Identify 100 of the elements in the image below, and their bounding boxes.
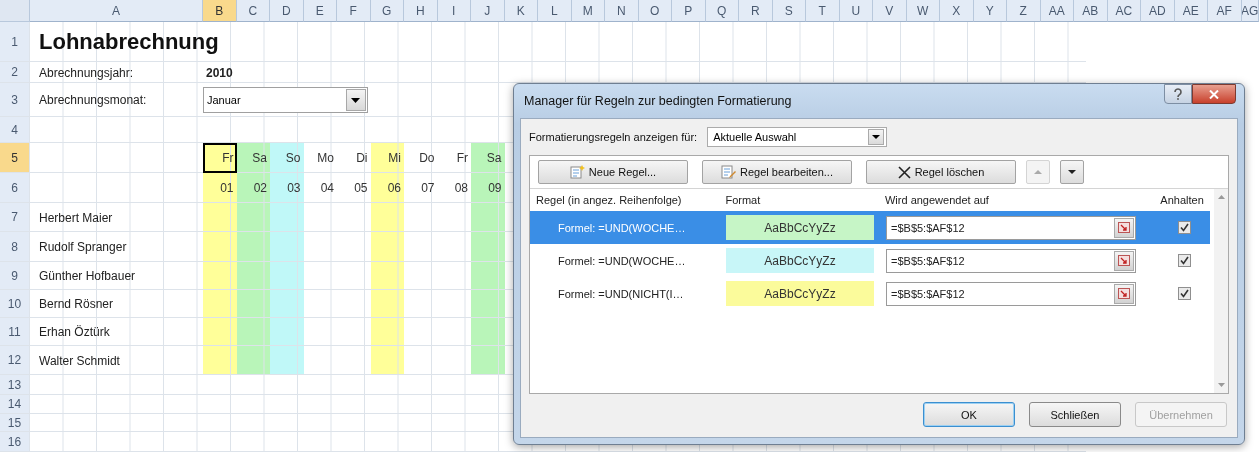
dialog-button[interactable]: Schließen [1029, 402, 1121, 427]
row-header[interactable]: 3 [0, 83, 30, 117]
stop-checkbox[interactable] [1178, 221, 1191, 234]
column-header[interactable]: W [906, 0, 940, 22]
employee-name: Erhan Öztürk [38, 324, 111, 341]
row-header[interactable]: 15 [0, 414, 30, 432]
stop-checkbox[interactable] [1178, 287, 1191, 300]
column-header[interactable]: R [739, 0, 773, 22]
column-header[interactable]: S [772, 0, 806, 22]
row-header[interactable]: 4 [0, 117, 30, 143]
range-field[interactable]: =$B$5:$AF$12 [886, 281, 1136, 306]
row-header[interactable]: 16 [0, 432, 30, 452]
column-header[interactable]: M [571, 0, 605, 22]
column-header[interactable]: AD [1141, 0, 1175, 22]
column-header[interactable]: H [404, 0, 438, 22]
sheet-title: Lohnabrechnung [38, 28, 220, 56]
date-cell-text: 01 [219, 180, 235, 197]
date-cell-text: 07 [420, 180, 436, 197]
employee-name: Bernd Rösner [38, 296, 115, 313]
column-header[interactable]: AA [1040, 0, 1074, 22]
scope-dropdown[interactable]: Aktuelle Auswahl [707, 127, 888, 147]
column-header[interactable]: X [940, 0, 974, 22]
dialog-button[interactable]: OK [923, 402, 1015, 427]
employee-name: Walter Schmidt [38, 352, 121, 370]
rule-row[interactable]: Formel: =UND(NICHT(I… AaBbCcYyZz =$B$5:$AF$12 [530, 277, 1210, 310]
help-icon[interactable] [1164, 84, 1192, 104]
column-header[interactable]: C [236, 0, 270, 22]
column-header[interactable]: AC [1107, 0, 1141, 22]
range-field[interactable]: =$B$5:$AF$12 [886, 215, 1136, 240]
range-picker-icon[interactable] [1114, 217, 1134, 238]
row-header[interactable]: 12 [0, 346, 30, 375]
row-header[interactable]: 7 [0, 203, 30, 232]
day-cell: Fr [203, 143, 237, 173]
row-header[interactable]: 2 [0, 62, 30, 83]
column-header[interactable]: L [538, 0, 572, 22]
column-header[interactable]: A [30, 0, 203, 22]
column-header[interactable]: Y [973, 0, 1007, 22]
column-header[interactable]: T [806, 0, 840, 22]
date-cell-text: 03 [286, 180, 302, 197]
edit-rule-button[interactable]: Regel bearbeiten... [702, 160, 852, 184]
employee-name: Herbert Maier [38, 209, 114, 227]
row-header[interactable]: 13 [0, 375, 30, 395]
row-header[interactable]: 9 [0, 262, 30, 290]
rule-row[interactable]: Formel: =UND(WOCHE… AaBbCcYyZz =$B$5:$AF$12 [530, 244, 1210, 277]
range-picker-icon[interactable] [1114, 250, 1134, 271]
employee-name: Rudolf Spranger [38, 239, 128, 256]
column-header[interactable]: O [638, 0, 672, 22]
day-cell-text: Do [418, 150, 436, 167]
format-preview: AaBbCcYyZz [726, 248, 874, 273]
column-header[interactable]: E [303, 0, 337, 22]
scrollbar[interactable] [1214, 189, 1228, 393]
range-picker-icon[interactable] [1114, 283, 1134, 304]
column-header[interactable]: D [270, 0, 304, 22]
month-label: Abrechnungsmonat: [38, 92, 148, 109]
column-header[interactable]: I [437, 0, 471, 22]
row-header[interactable]: 1 [0, 22, 30, 62]
column-header[interactable]: AE [1174, 0, 1208, 22]
scroll-down-icon[interactable] [1217, 383, 1225, 387]
day-cell-text: Mi [387, 150, 402, 167]
delete-rule-button[interactable]: Regel löschen [866, 160, 1016, 184]
column-header[interactable]: Z [1007, 0, 1041, 22]
date-cell-text: 09 [487, 180, 503, 197]
format-preview: AaBbCcYyZz [726, 215, 874, 240]
column-header[interactable]: AB [1074, 0, 1108, 22]
column-header[interactable]: G [370, 0, 404, 22]
date-cell-text: 08 [453, 180, 469, 197]
column-heading: Format [725, 194, 762, 206]
column-header[interactable]: V [873, 0, 907, 22]
rule-text: Formel: =UND(WOCHE… [557, 254, 687, 267]
column-header[interactable]: Q [705, 0, 739, 22]
caret-up-icon [1034, 170, 1042, 174]
stop-checkbox[interactable] [1178, 254, 1191, 267]
close-icon[interactable] [1192, 84, 1236, 104]
row-header[interactable]: 5 [0, 143, 30, 173]
column-header[interactable]: P [672, 0, 706, 22]
range-field[interactable]: =$B$5:$AF$12 [886, 248, 1136, 273]
document-pencil-icon [721, 165, 736, 179]
month-dropdown[interactable]: Januar [203, 87, 368, 113]
scroll-up-icon[interactable] [1217, 195, 1225, 199]
dialog-title: Manager für Regeln zur bedingten Formatierung [524, 94, 792, 108]
column-header[interactable]: J [471, 0, 505, 22]
show-rules-label: Formatierungsregeln anzeigen für: [529, 131, 698, 143]
new-rule-button[interactable]: Neue Regel... [538, 160, 688, 184]
row-header[interactable]: 6 [0, 173, 30, 203]
column-header[interactable]: AF [1208, 0, 1242, 22]
column-header[interactable]: U [839, 0, 873, 22]
column-heading: Regel (in angez. Reihenfolge) [535, 194, 683, 206]
move-down-button[interactable] [1060, 160, 1084, 184]
date-cell-text: 05 [353, 180, 369, 197]
column-header[interactable]: K [504, 0, 538, 22]
column-header[interactable]: B [203, 0, 237, 22]
row-header[interactable]: 8 [0, 232, 30, 262]
date-cell-text: 02 [252, 180, 268, 197]
column-header[interactable]: F [337, 0, 371, 22]
rule-row[interactable]: Formel: =UND(WOCHE… AaBbCcYyZz =$B$5:$AF$12 [530, 211, 1210, 244]
row-header[interactable]: 11 [0, 318, 30, 346]
row-header[interactable]: 10 [0, 290, 30, 318]
column-header[interactable]: N [605, 0, 639, 22]
employee-name: Günther Hofbauer [38, 268, 137, 285]
year-value: 2010 [205, 64, 234, 82]
